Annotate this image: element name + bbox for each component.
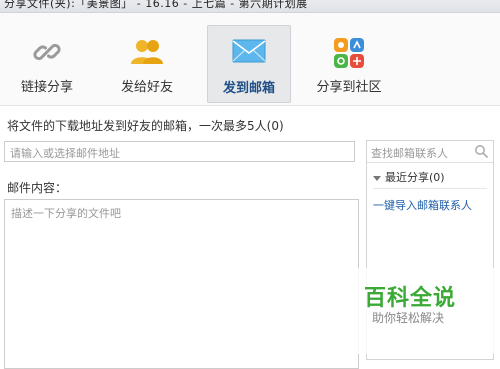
contact-search-input[interactable]: 查找邮箱联系人 (367, 141, 493, 163)
email-content-textarea[interactable]: 描述一下分享的文件吧 (4, 199, 359, 369)
triangle-down-icon (373, 175, 381, 181)
tab-link-share[interactable]: 链接分享 (6, 25, 88, 101)
mail-icon (232, 38, 266, 68)
email-address-input[interactable]: 请输入或选择邮件地址 (4, 141, 355, 162)
link-icon (32, 37, 62, 71)
recent-share-label: 最近分享(0) (385, 171, 445, 184)
tab-send-friends[interactable]: 发给好友 (106, 25, 188, 101)
tab-share-community[interactable]: 分享到社区 (308, 25, 390, 101)
watermark: 百科全说 助你轻松解决 (348, 268, 500, 354)
email-content-label: 邮件内容： (7, 181, 68, 195)
tab-label: 发到邮箱 (222, 81, 275, 96)
divider (373, 188, 487, 189)
contact-search-placeholder: 查找邮箱联系人 (371, 147, 448, 160)
tab-label: 分享到社区 (316, 80, 382, 95)
window-title: 分享文件(夹):「美景图」 - 16.16 - 上七篇 - 第六期计划展 (4, 0, 308, 10)
search-icon[interactable] (474, 144, 488, 161)
watermark-subtitle: 助你轻松解决 (372, 311, 445, 325)
community-icon (333, 37, 365, 73)
friends-icon (130, 37, 164, 71)
watermark-title: 百科全说 (364, 286, 457, 311)
tab-label: 发给好友 (120, 80, 173, 95)
tab-label: 链接分享 (20, 80, 73, 95)
share-tabs: 链接分享 发给好友 发到邮箱 分享到社区 (0, 13, 500, 106)
recent-share-toggle[interactable]: 最近分享(0) (373, 169, 445, 185)
import-contacts-link[interactable]: 一键导入邮箱联系人 (373, 197, 472, 213)
tab-send-email[interactable]: 发到邮箱 (207, 25, 291, 103)
email-instruction: 将文件的下载地址发到好友的邮箱，一次最多5人(0) (7, 119, 284, 133)
window-titlebar: 分享文件(夹):「美景图」 - 16.16 - 上七篇 - 第六期计划展 (0, 0, 500, 13)
